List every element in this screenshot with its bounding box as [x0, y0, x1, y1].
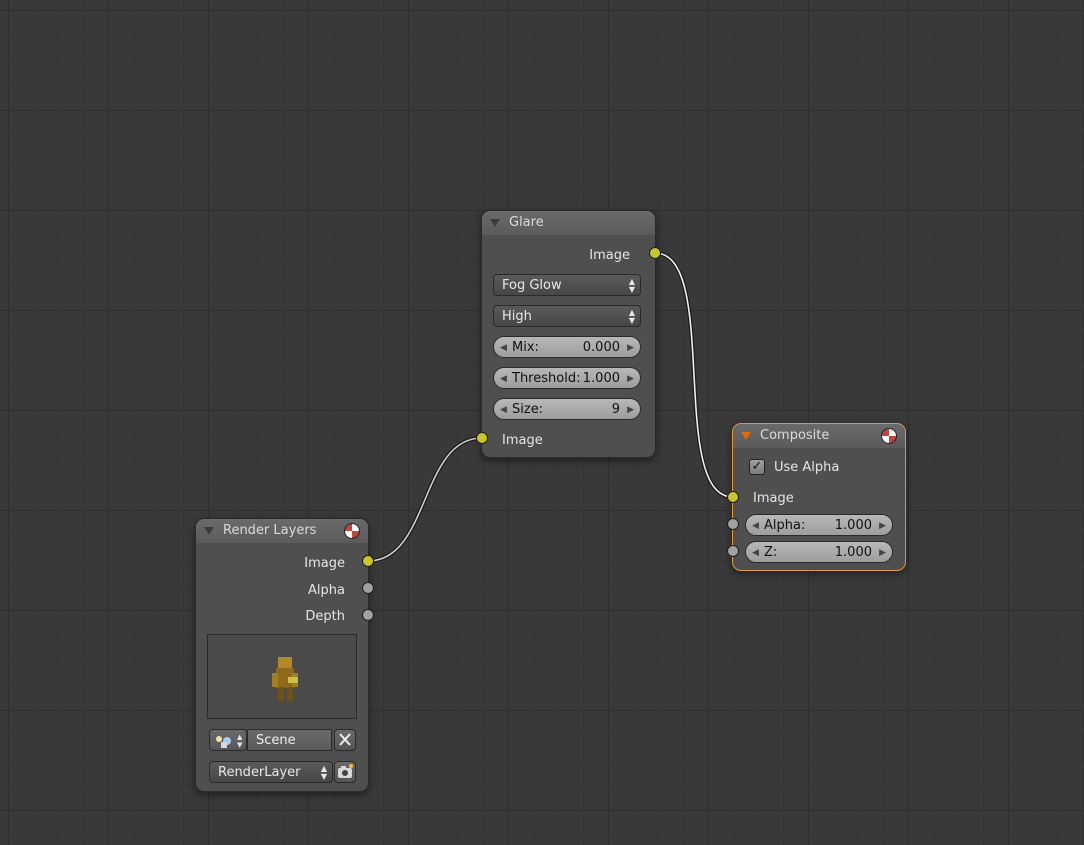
svg-text:▼: ▼	[237, 741, 243, 749]
render-output-image-label: Image	[304, 556, 345, 571]
composite-input-image-label: Image	[753, 491, 794, 506]
glare-quality-value: High	[502, 309, 532, 324]
glare-mix-field[interactable]: ◀ Mix: 0.000 ▶	[493, 336, 641, 358]
use-alpha-checkbox[interactable]: ✓	[749, 459, 765, 475]
glare-type-value: Fog Glow	[502, 278, 562, 293]
increment-arrow-icon[interactable]: ▶	[627, 399, 634, 421]
composite-input-image-socket[interactable]	[727, 491, 739, 503]
render-layers-node[interactable]: Render Layers Image Alpha Depth ▲ ▼ Scen…	[195, 518, 369, 792]
up-down-arrows-icon: ▲ ▼	[320, 764, 327, 781]
glare-output-image-label: Image	[589, 248, 630, 263]
glare-input-image-label: Image	[502, 433, 543, 448]
glare-node[interactable]: Glare Image Fog Glow ▲ ▼ High ▲ ▼ ◀ Mix: 0…	[481, 210, 656, 458]
composite-input-z-socket[interactable]	[727, 545, 739, 557]
render-output-alpha-socket[interactable]	[362, 582, 374, 594]
scene-name-field[interactable]: Scene	[247, 729, 332, 751]
scene-browse-icon: ▲ ▼	[216, 733, 243, 749]
checkmark-icon: ✓	[751, 459, 763, 474]
render-preview-image	[207, 634, 357, 719]
render-layer-menu[interactable]: RenderLayer ▲ ▼	[209, 761, 333, 783]
decrement-arrow-icon[interactable]: ◀	[752, 542, 759, 564]
render-output-depth-socket[interactable]	[362, 609, 374, 621]
glare-output-image-socket[interactable]	[649, 247, 661, 259]
triangle-down-icon[interactable]	[490, 219, 500, 227]
triangle-down-icon[interactable]	[204, 527, 214, 535]
render-output-depth-label: Depth	[305, 609, 345, 624]
composite-alpha-field[interactable]: ◀ Alpha: 1.000 ▶	[745, 514, 893, 536]
render-layers-node-title: Render Layers	[223, 523, 317, 538]
character-figure-icon	[272, 657, 298, 701]
composite-node-header[interactable]: Composite	[733, 424, 905, 448]
render-button[interactable]	[334, 761, 356, 783]
increment-arrow-icon[interactable]: ▶	[627, 368, 634, 390]
glare-quality-menu[interactable]: High ▲ ▼	[493, 305, 641, 327]
triangle-down-icon[interactable]	[741, 432, 751, 440]
preview-sphere-icon[interactable]	[881, 428, 897, 444]
preview-sphere-icon[interactable]	[344, 523, 360, 539]
increment-arrow-icon[interactable]: ▶	[879, 542, 886, 564]
size-label: Size:	[512, 402, 544, 417]
render-output-image-socket[interactable]	[362, 555, 374, 567]
decrement-arrow-icon[interactable]: ◀	[500, 368, 507, 390]
scene-browse-button[interactable]: ▲ ▼	[209, 729, 247, 751]
glare-input-image-socket[interactable]	[476, 432, 488, 444]
x-icon	[339, 733, 351, 746]
decrement-arrow-icon[interactable]: ◀	[752, 515, 759, 537]
up-down-arrows-icon: ▲ ▼	[628, 277, 635, 294]
composite-z-field[interactable]: ◀ Z: 1.000 ▶	[745, 541, 893, 563]
increment-arrow-icon[interactable]: ▶	[627, 337, 634, 359]
z-label: Z:	[764, 545, 778, 560]
glare-type-menu[interactable]: Fog Glow ▲ ▼	[493, 274, 641, 296]
use-alpha-label: Use Alpha	[774, 460, 840, 475]
alpha-value: 1.000	[834, 518, 872, 533]
glare-size-field[interactable]: ◀ Size: 9 ▶	[493, 398, 641, 420]
composite-input-alpha-socket[interactable]	[727, 518, 739, 530]
decrement-arrow-icon[interactable]: ◀	[500, 399, 507, 421]
camera-icon	[338, 764, 353, 778]
threshold-value: 1.000	[582, 371, 620, 386]
render-layers-node-header[interactable]: Render Layers	[196, 519, 368, 543]
alpha-label: Alpha:	[764, 518, 806, 533]
glare-threshold-field[interactable]: ◀ Threshold: 1.000 ▶	[493, 367, 641, 389]
z-value: 1.000	[834, 545, 872, 560]
glare-node-title: Glare	[509, 215, 544, 230]
size-value: 9	[611, 402, 620, 417]
up-down-arrows-icon: ▲ ▼	[628, 308, 635, 325]
render-layer-value: RenderLayer	[218, 765, 301, 780]
svg-text:▲: ▲	[237, 733, 243, 741]
mix-value: 0.000	[582, 340, 620, 355]
composite-node[interactable]: Composite ✓ Use Alpha Image ◀ Alpha: 1.0…	[732, 423, 906, 571]
glare-node-header[interactable]: Glare	[482, 211, 655, 235]
decrement-arrow-icon[interactable]: ◀	[500, 337, 507, 359]
mix-label: Mix:	[512, 340, 539, 355]
threshold-label: Threshold:	[512, 371, 581, 386]
composite-node-title: Composite	[760, 428, 830, 443]
render-output-alpha-label: Alpha	[308, 583, 345, 598]
increment-arrow-icon[interactable]: ▶	[879, 515, 886, 537]
clear-scene-button[interactable]	[334, 729, 356, 751]
